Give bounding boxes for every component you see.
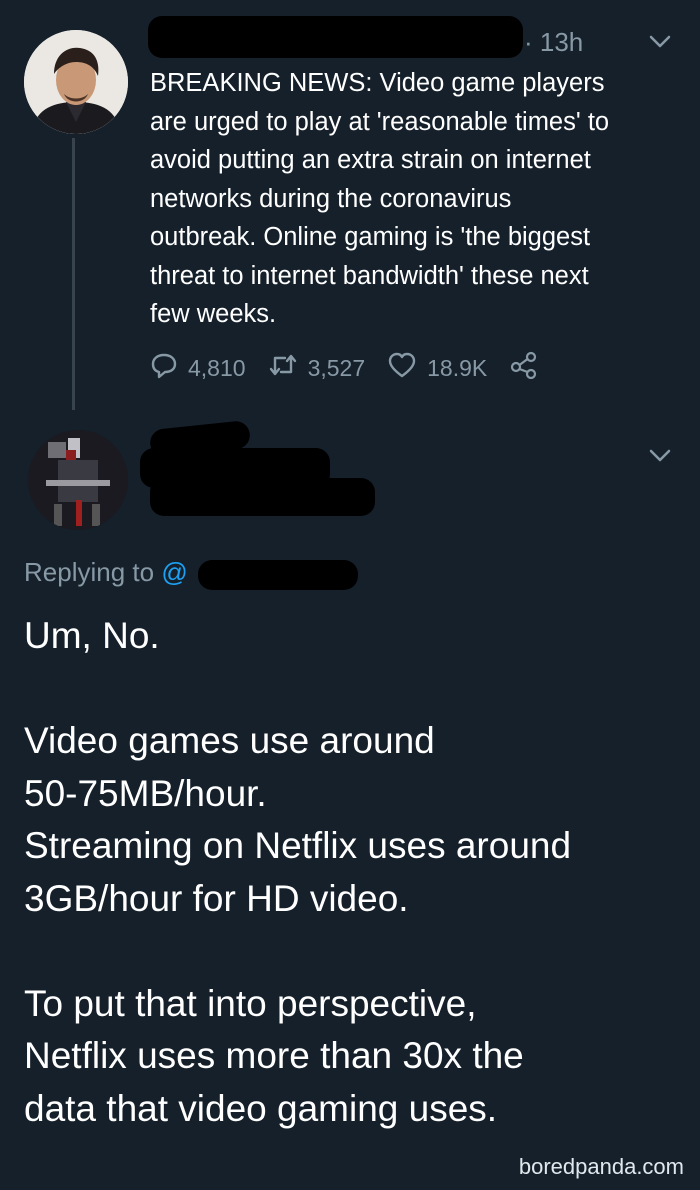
chevron-down-icon[interactable] <box>648 448 672 469</box>
retweet-button[interactable]: 3,527 <box>268 351 366 385</box>
avatar-photo <box>24 30 128 134</box>
like-button[interactable]: 18.9K <box>387 351 487 385</box>
like-icon <box>387 351 427 385</box>
redacted-handle <box>150 478 375 516</box>
action-bar: 4,810 3,527 18.9K <box>150 348 571 388</box>
redacted-handle <box>198 560 358 590</box>
replying-to-label: Replying to <box>24 557 155 587</box>
reply-button[interactable]: 4,810 <box>150 351 246 385</box>
retweet-icon <box>268 351 308 385</box>
redacted-name <box>148 16 523 58</box>
share-icon <box>509 351 549 385</box>
reply-text: Um, No. Video games use around 50-75MB/h… <box>24 615 572 1129</box>
reply-avatar-image <box>28 430 128 530</box>
like-count: 18.9K <box>427 354 488 381</box>
reply-avatar[interactable] <box>28 430 128 530</box>
tweet-time: · 13h <box>524 27 584 57</box>
tweet-text: BREAKING NEWS: Video game players are ur… <box>150 69 610 328</box>
watermark: boredpanda.com <box>518 1154 684 1179</box>
share-button[interactable] <box>509 351 549 385</box>
replying-to: Replying to @ <box>24 557 188 588</box>
thread-line <box>72 138 75 410</box>
reply-count: 4,810 <box>188 354 246 381</box>
replying-to-handle[interactable]: @ <box>161 557 187 587</box>
avatar[interactable] <box>24 30 128 134</box>
retweet-count: 3,527 <box>307 354 366 381</box>
reply-icon <box>150 351 188 385</box>
chevron-down-icon[interactable] <box>648 34 672 55</box>
